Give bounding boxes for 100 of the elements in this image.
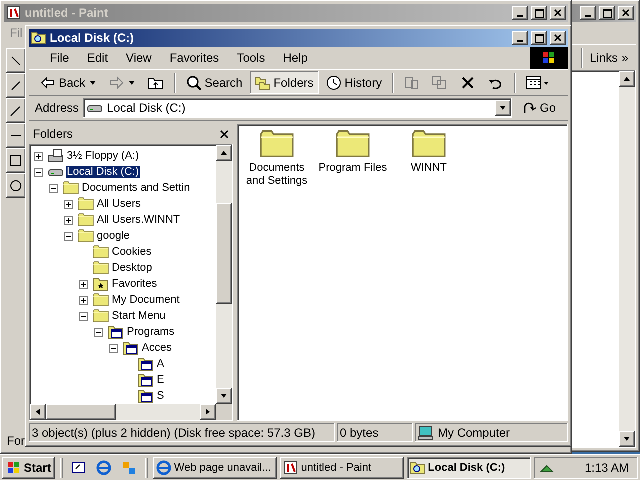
taskbar-button[interactable]: Local Disk (C:)	[407, 456, 532, 478]
close-icon	[622, 9, 630, 17]
paint-icon	[283, 460, 300, 476]
folder-icon	[93, 261, 109, 275]
tree-item[interactable]: Desktop	[111, 262, 154, 274]
folder-icon	[93, 309, 109, 323]
menu-item[interactable]: Tools	[228, 49, 274, 67]
tree-item[interactable]: Acces	[141, 342, 173, 354]
tool-icon	[10, 80, 22, 92]
minimize-button[interactable]	[512, 6, 528, 20]
tree-item[interactable]: Programs	[126, 326, 176, 338]
folder-icon	[93, 293, 109, 307]
tree-item[interactable]: Start Menu	[111, 310, 167, 322]
menu-item[interactable]: View	[117, 49, 161, 67]
paint-tool-button[interactable]	[6, 98, 26, 123]
caret-icon	[498, 104, 507, 112]
minimize-button[interactable]	[580, 6, 596, 20]
menu-item[interactable]: Favorites	[160, 49, 228, 67]
go-button[interactable]: Go	[516, 98, 562, 118]
address-field[interactable]: Local Disk (C:)	[83, 98, 512, 118]
maximize-button[interactable]	[531, 6, 547, 20]
collapse-icon[interactable]	[94, 328, 103, 336]
scroll-up-icon	[623, 75, 631, 83]
collapse-icon[interactable]	[79, 312, 88, 320]
chevron-button[interactable]: »	[622, 50, 629, 64]
paint-tool-button[interactable]	[6, 123, 26, 148]
folder-magnifier-icon	[31, 30, 47, 46]
folder-icon	[336, 129, 370, 158]
paint-tool-button[interactable]	[6, 73, 26, 98]
tool-icon	[10, 154, 22, 166]
maximize-icon	[534, 34, 544, 42]
scrollbar-thumb[interactable]	[216, 203, 232, 304]
close-button[interactable]	[550, 31, 566, 45]
tree-item[interactable]: Documents and Settin	[81, 182, 192, 194]
menu-item[interactable]: Help	[274, 49, 317, 67]
dropdown-button[interactable]	[494, 100, 511, 116]
close-button[interactable]	[618, 6, 634, 20]
expand-icon[interactable]	[34, 152, 43, 160]
back-button[interactable]: Back	[35, 71, 102, 94]
paint-tool-button[interactable]	[6, 148, 26, 173]
file-name[interactable]: Program Files	[318, 162, 388, 175]
start-button[interactable]: Start	[2, 456, 56, 478]
folders-button[interactable]: Folders	[250, 71, 319, 94]
status-cell: 3 object(s) (plus 2 hidden) (Disk free space: 57.3 GB)	[29, 423, 335, 442]
history-button[interactable]: History	[320, 71, 388, 94]
menu-item[interactable]: File	[41, 49, 78, 67]
caret-icon	[88, 78, 97, 86]
folder-icon	[78, 229, 94, 243]
close-button[interactable]	[550, 6, 566, 20]
folder-icon	[260, 129, 294, 158]
program-folder-icon	[108, 324, 124, 340]
taskbar-button[interactable]: untitled - Paint	[280, 456, 404, 478]
tree-item[interactable]: S	[156, 390, 166, 402]
tree-item[interactable]: A	[156, 358, 166, 370]
go-arrow-icon	[522, 100, 538, 116]
windows-flag-icon	[541, 50, 557, 66]
file-name[interactable]: WINNT	[410, 162, 448, 175]
globe-e-icon	[156, 460, 172, 476]
tool-icon	[10, 180, 22, 192]
collapse-icon[interactable]	[49, 184, 58, 192]
paint-icon	[6, 5, 22, 21]
scrollbar-thumb[interactable]	[46, 404, 116, 420]
search-button[interactable]: Search	[180, 71, 248, 94]
tree-item[interactable]: google	[96, 230, 132, 242]
expand-icon[interactable]	[79, 280, 88, 288]
collapse-icon[interactable]	[64, 232, 73, 240]
favorites-folder-icon	[93, 276, 109, 292]
program-folder-icon	[138, 388, 154, 404]
views-icon	[526, 74, 550, 90]
tree-item[interactable]: 3½ Floppy (A:)	[66, 150, 140, 162]
expand-icon[interactable]	[79, 296, 88, 304]
collapse-icon[interactable]	[34, 168, 43, 176]
collapse-icon[interactable]	[109, 344, 118, 352]
close-icon	[554, 9, 562, 17]
program-folder-icon	[138, 356, 154, 372]
copy-to-icon	[432, 74, 448, 90]
tree-item[interactable]: Local Disk (C:)	[66, 166, 140, 178]
caret-icon	[128, 78, 136, 86]
links-label[interactable]: Links	[590, 50, 618, 64]
tree-item[interactable]: E	[156, 374, 166, 386]
paint-tool-button[interactable]	[6, 173, 26, 198]
tree-item[interactable]: Cookies	[111, 246, 153, 258]
close-icon	[554, 34, 562, 42]
paint-tool-button[interactable]	[6, 48, 26, 73]
tree-item[interactable]: All Users.WINNT	[96, 214, 182, 226]
address-label: Address	[35, 101, 80, 115]
expand-icon[interactable]	[64, 216, 73, 224]
tree-item[interactable]: My Document	[111, 294, 181, 306]
tree-item[interactable]: All Users	[96, 198, 142, 210]
menu-item[interactable]: Edit	[78, 49, 118, 67]
delete-icon	[460, 74, 476, 90]
program-folder-icon	[138, 372, 154, 388]
minimize-button[interactable]	[512, 31, 528, 45]
taskbar-button[interactable]: Web page unavail...	[153, 456, 278, 478]
expand-icon[interactable]	[64, 200, 73, 208]
maximize-button[interactable]	[599, 6, 615, 20]
folder-icon	[78, 197, 94, 211]
tree-item[interactable]: Favorites	[111, 278, 158, 290]
maximize-button[interactable]	[531, 31, 547, 45]
file-name[interactable]: Documents and Settings	[240, 162, 314, 188]
